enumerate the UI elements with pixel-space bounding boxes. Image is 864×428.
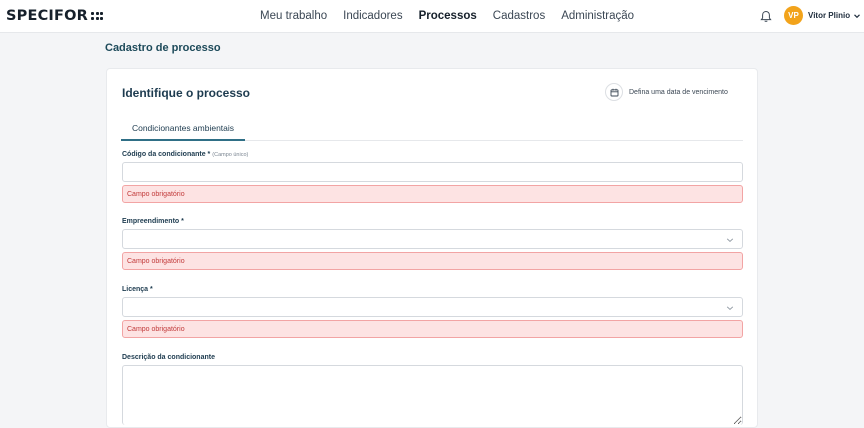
nav-item-administracao[interactable]: Administração bbox=[561, 10, 634, 22]
descricao-label: Descrição da condicionante bbox=[122, 354, 215, 361]
chevron-down-icon bbox=[726, 306, 734, 311]
codigo-label: Código da condicionante * (Campo único) bbox=[122, 151, 248, 158]
empreendimento-error: Campo obrigatório bbox=[122, 252, 743, 270]
codigo-hint: (Campo único) bbox=[212, 152, 249, 158]
user-name: Vitor Plinio bbox=[808, 11, 851, 20]
licenca-error: Campo obrigatório bbox=[122, 320, 743, 338]
codigo-error: Campo obrigatório bbox=[122, 185, 743, 203]
card-title: Identifique o processo bbox=[122, 86, 251, 100]
logo-text: SPECIFOR bbox=[6, 8, 89, 24]
descricao-textarea[interactable] bbox=[122, 365, 743, 425]
nav-item-processos[interactable]: Processos bbox=[419, 10, 477, 22]
codigo-input[interactable] bbox=[122, 162, 743, 182]
due-date-label: Defina uma data de vencimento bbox=[629, 88, 728, 96]
tab-bar: Condicionantes ambientais bbox=[121, 118, 743, 141]
page-title: Cadastro de processo bbox=[105, 42, 221, 54]
process-card: Identifique o processo Defina uma data d… bbox=[106, 68, 758, 428]
bell-icon[interactable] bbox=[760, 10, 772, 23]
avatar: VP bbox=[784, 6, 803, 25]
main-nav: Meu trabalho Indicadores Processos Cadas… bbox=[260, 10, 650, 22]
empreendimento-select[interactable] bbox=[122, 229, 743, 249]
calendar-icon bbox=[605, 83, 623, 101]
chevron-down-icon bbox=[854, 13, 861, 18]
nav-item-indicadores[interactable]: Indicadores bbox=[343, 10, 402, 22]
licenca-select[interactable] bbox=[122, 297, 743, 317]
empreendimento-label: Empreendimento * bbox=[122, 218, 184, 225]
codigo-label-text: Código da condicionante * bbox=[122, 151, 211, 158]
nav-item-cadastros[interactable]: Cadastros bbox=[493, 10, 545, 22]
logo-mark-icon bbox=[91, 12, 104, 20]
user-menu[interactable]: VP Vitor Plinio bbox=[784, 6, 861, 25]
licenca-label: Licença * bbox=[122, 286, 153, 293]
top-navigation-bar: SPECIFOR Meu trabalho Indicadores Proces… bbox=[0, 0, 864, 33]
tab-condicionantes-ambientais[interactable]: Condicionantes ambientais bbox=[121, 118, 245, 141]
chevron-down-icon bbox=[726, 238, 734, 243]
due-date-button[interactable]: Defina uma data de vencimento bbox=[605, 83, 728, 101]
nav-item-meu-trabalho[interactable]: Meu trabalho bbox=[260, 10, 327, 22]
logo[interactable]: SPECIFOR bbox=[6, 8, 104, 24]
